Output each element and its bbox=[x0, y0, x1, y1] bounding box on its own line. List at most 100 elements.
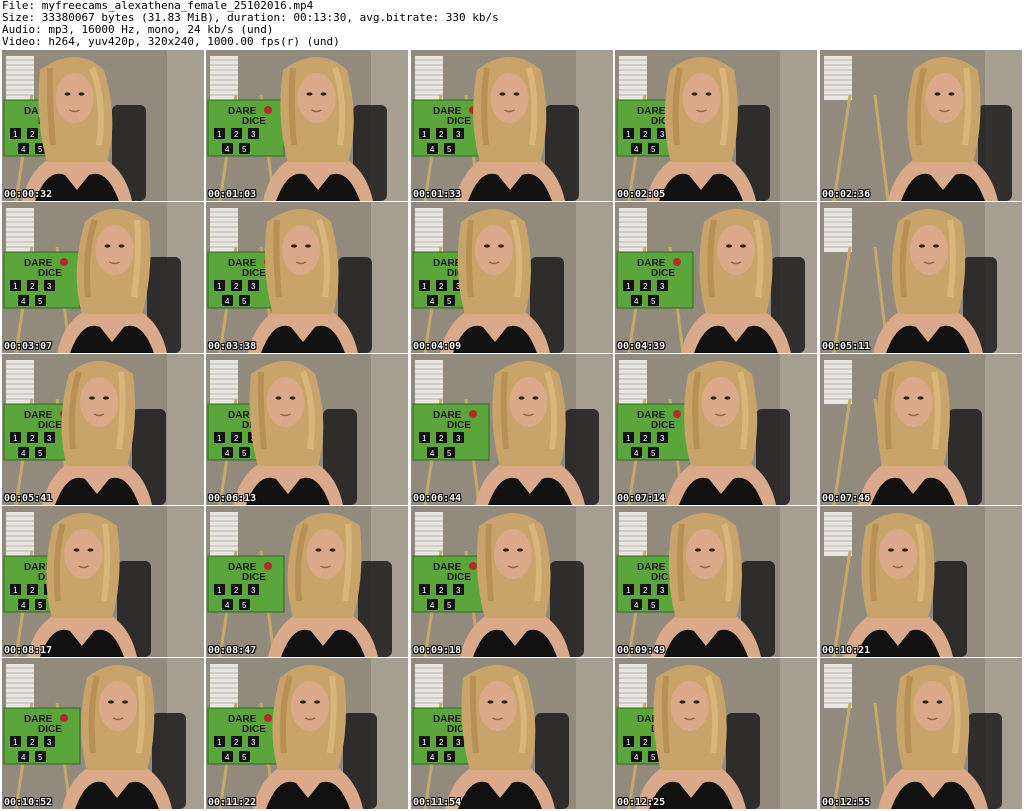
svg-text:DICE: DICE bbox=[242, 572, 266, 583]
svg-text:5: 5 bbox=[447, 145, 452, 154]
video-thumbnail: DARE DICE 1 2 3 4 5 00:09:18 bbox=[411, 506, 613, 657]
svg-text:5: 5 bbox=[651, 297, 656, 306]
timestamp-label: 00:02:36 bbox=[822, 189, 871, 200]
video-thumbnail: DARE DICE 1 2 3 4 5 00:04:39 bbox=[615, 202, 817, 353]
svg-text:DICE: DICE bbox=[651, 268, 675, 279]
timestamp-label: 00:05:41 bbox=[4, 493, 53, 504]
video-thumbnail: DARE DICE 1 2 3 4 5 00:08:47 bbox=[206, 506, 408, 657]
svg-text:4: 4 bbox=[225, 449, 230, 458]
svg-text:DICE: DICE bbox=[447, 572, 471, 583]
timestamp-label: 00:09:18 bbox=[413, 645, 462, 656]
svg-text:5: 5 bbox=[447, 601, 452, 610]
svg-text:DICE: DICE bbox=[651, 420, 675, 431]
svg-text:5: 5 bbox=[242, 297, 247, 306]
svg-text:2: 2 bbox=[439, 434, 444, 443]
svg-text:DICE: DICE bbox=[38, 268, 62, 279]
svg-text:5: 5 bbox=[447, 297, 452, 306]
svg-text:4: 4 bbox=[21, 449, 26, 458]
video-thumbnail: DARE DICE 1 2 3 4 5 00:02:05 bbox=[615, 50, 817, 201]
svg-text:2: 2 bbox=[439, 282, 444, 291]
video-thumbnail: DARE DICE 1 2 3 4 5 00:04:09 bbox=[411, 202, 613, 353]
svg-text:DICE: DICE bbox=[242, 724, 266, 735]
timestamp-label: 00:10:52 bbox=[4, 797, 53, 808]
svg-text:2: 2 bbox=[439, 738, 444, 747]
svg-text:3: 3 bbox=[660, 130, 665, 139]
svg-text:2: 2 bbox=[643, 738, 648, 747]
svg-text:3: 3 bbox=[660, 282, 665, 291]
svg-text:4: 4 bbox=[634, 449, 639, 458]
timestamp-label: 00:02:05 bbox=[617, 189, 666, 200]
svg-text:3: 3 bbox=[251, 738, 256, 747]
svg-text:5: 5 bbox=[651, 449, 656, 458]
svg-text:DICE: DICE bbox=[38, 420, 62, 431]
video-thumbnail: 00:05:11 bbox=[820, 202, 1022, 353]
timestamp-label: 00:11:22 bbox=[208, 797, 257, 808]
svg-text:1: 1 bbox=[13, 282, 18, 291]
svg-text:4: 4 bbox=[634, 145, 639, 154]
timestamp-label: 00:03:07 bbox=[4, 341, 53, 352]
svg-text:2: 2 bbox=[30, 282, 35, 291]
svg-text:1: 1 bbox=[13, 130, 18, 139]
svg-text:3: 3 bbox=[660, 434, 665, 443]
svg-text:3: 3 bbox=[47, 282, 52, 291]
svg-text:5: 5 bbox=[38, 753, 43, 762]
svg-text:5: 5 bbox=[242, 449, 247, 458]
svg-text:2: 2 bbox=[234, 434, 239, 443]
svg-text:DICE: DICE bbox=[242, 116, 266, 127]
video-thumbnail: DARE DICE 1 2 3 4 5 00:07:14 bbox=[615, 354, 817, 505]
timestamp-label: 00:04:39 bbox=[617, 341, 666, 352]
video-thumbnail: DARE DICE 1 2 3 4 5 00:03:07 bbox=[2, 202, 204, 353]
file-info-header: File: myfreecams_alexathena_female_25102… bbox=[2, 0, 1022, 50]
svg-text:4: 4 bbox=[634, 601, 639, 610]
video-thumbnail: 00:07:46 bbox=[820, 354, 1022, 505]
video-thumbnail: DARE DICE 1 2 3 4 5 00:08:17 bbox=[2, 506, 204, 657]
svg-text:1: 1 bbox=[626, 586, 631, 595]
svg-text:1: 1 bbox=[626, 434, 631, 443]
svg-text:1: 1 bbox=[13, 586, 18, 595]
svg-text:3: 3 bbox=[456, 130, 461, 139]
timestamp-label: 00:03:38 bbox=[208, 341, 257, 352]
svg-text:1: 1 bbox=[422, 738, 427, 747]
video-thumbnail: DARE DICE 1 2 3 4 5 00:03:38 bbox=[206, 202, 408, 353]
svg-text:3: 3 bbox=[456, 434, 461, 443]
svg-text:2: 2 bbox=[439, 586, 444, 595]
timestamp-label: 00:12:25 bbox=[617, 797, 666, 808]
timestamp-label: 00:07:46 bbox=[822, 493, 871, 504]
timestamp-label: 00:01:03 bbox=[208, 189, 257, 200]
video-thumbnail: DARE DICE 1 2 3 4 5 00:00:32 bbox=[2, 50, 204, 201]
video-thumbnail: DARE DICE 1 2 3 4 5 00:12:25 bbox=[615, 658, 817, 809]
svg-text:3: 3 bbox=[251, 282, 256, 291]
svg-text:2: 2 bbox=[234, 738, 239, 747]
svg-text:4: 4 bbox=[430, 449, 435, 458]
svg-text:3: 3 bbox=[456, 586, 461, 595]
svg-text:2: 2 bbox=[439, 130, 444, 139]
svg-text:1: 1 bbox=[217, 130, 222, 139]
svg-text:4: 4 bbox=[634, 753, 639, 762]
video-thumbnail: 00:10:21 bbox=[820, 506, 1022, 657]
svg-text:4: 4 bbox=[225, 297, 230, 306]
svg-text:1: 1 bbox=[626, 738, 631, 747]
svg-text:2: 2 bbox=[30, 738, 35, 747]
timestamp-label: 00:08:17 bbox=[4, 645, 53, 656]
svg-text:4: 4 bbox=[430, 753, 435, 762]
svg-text:5: 5 bbox=[651, 145, 656, 154]
svg-text:2: 2 bbox=[234, 282, 239, 291]
video-thumbnail: DARE DICE 1 2 3 4 5 00:01:33 bbox=[411, 50, 613, 201]
svg-text:1: 1 bbox=[217, 282, 222, 291]
timestamp-label: 00:12:55 bbox=[822, 797, 871, 808]
svg-text:2: 2 bbox=[234, 130, 239, 139]
svg-text:2: 2 bbox=[643, 130, 648, 139]
svg-text:1: 1 bbox=[422, 130, 427, 139]
svg-text:4: 4 bbox=[430, 601, 435, 610]
video-thumbnail: DARE DICE 1 2 3 4 5 00:09:49 bbox=[615, 506, 817, 657]
svg-text:1: 1 bbox=[626, 282, 631, 291]
svg-text:DICE: DICE bbox=[447, 116, 471, 127]
svg-text:1: 1 bbox=[422, 586, 427, 595]
svg-text:4: 4 bbox=[634, 297, 639, 306]
svg-text:3: 3 bbox=[251, 586, 256, 595]
video-thumbnail: DARE DICE 1 2 3 4 5 00:01:03 bbox=[206, 50, 408, 201]
svg-text:5: 5 bbox=[242, 601, 247, 610]
svg-text:1: 1 bbox=[217, 586, 222, 595]
svg-text:4: 4 bbox=[21, 145, 26, 154]
video-thumbnail: DARE DICE 1 2 3 4 5 00:05:41 bbox=[2, 354, 204, 505]
